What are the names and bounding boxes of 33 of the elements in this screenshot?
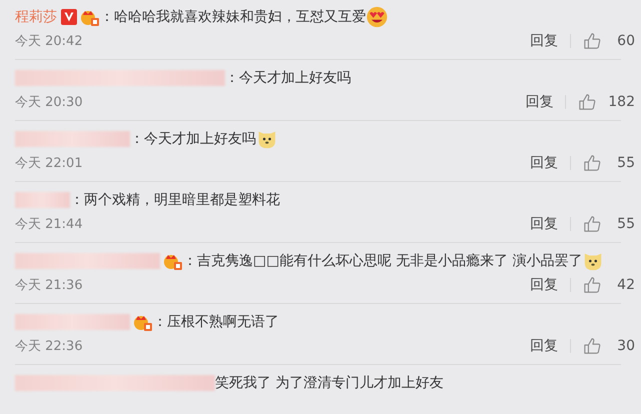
comment-text: ：吉克隽逸□□能有什么坏心思呢 无非是小品瘾来了 演小品罢了 (183, 252, 582, 270)
reply-link[interactable]: 回复 (530, 154, 558, 172)
comment-time: 今天 22:36 (15, 338, 84, 355)
thumbs-up-icon[interactable] (583, 337, 601, 355)
comment-text: ：两个戏精，明里暗里都是塑料花 (70, 191, 280, 209)
reply-link[interactable]: 回复 (525, 93, 554, 111)
thumbs-up-icon[interactable] (583, 154, 601, 172)
comment-text: ：今天才加上好友吗 (130, 130, 256, 148)
comment-text: ：今天才加上好友吗 (225, 69, 351, 87)
thumbs-up-icon[interactable] (583, 32, 601, 50)
like-count: 55 (616, 155, 635, 171)
comment-time: 今天 21:36 (15, 277, 84, 294)
reply-link[interactable]: 回复 (530, 215, 558, 233)
like-count: 182 (608, 94, 635, 110)
like-count: 30 (616, 338, 635, 354)
comment-text: 笑死我了 为了澄清专门儿才加上好友 (215, 374, 444, 392)
like-count: 60 (616, 33, 635, 49)
comment-time: 今天 20:30 (15, 94, 84, 111)
reply-link[interactable]: 回复 (530, 32, 558, 50)
reply-link[interactable]: 回复 (530, 337, 558, 355)
thumbs-up-icon[interactable] (583, 215, 601, 233)
comment-text: ：压根不熟啊无语了 (153, 313, 279, 331)
comment-time: 今天 20:42 (15, 33, 84, 50)
comment-time: 今天 21:44 (15, 216, 84, 233)
thumbs-up-icon[interactable] (583, 276, 601, 294)
comment-time: 今天 22:01 (15, 155, 84, 172)
redacted-name (15, 192, 70, 208)
reply-link[interactable]: 回复 (530, 276, 558, 294)
like-count: 42 (616, 277, 635, 293)
comment-text: ：哈哈哈我就喜欢辣妹和贵妇，互怼又互爱 (100, 8, 366, 26)
like-count: 55 (616, 216, 635, 232)
thumbs-up-icon[interactable] (578, 93, 596, 111)
heart-eyes-emoji-icon (366, 6, 388, 28)
